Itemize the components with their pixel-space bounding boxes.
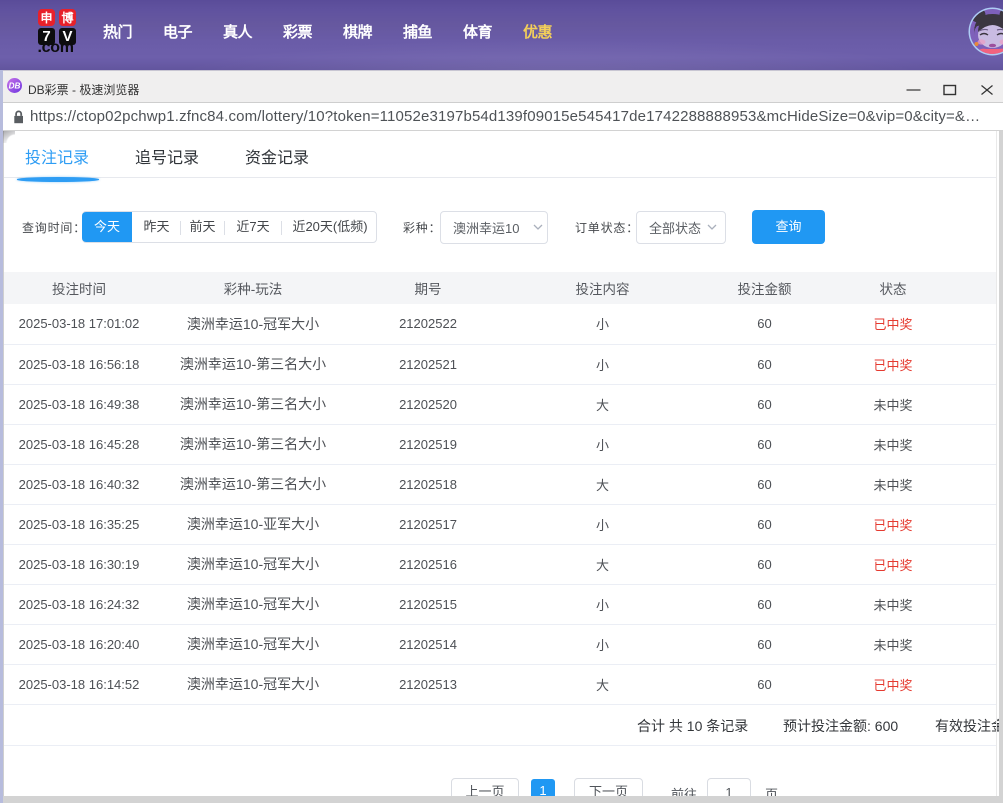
svg-text:DB: DB: [9, 82, 21, 91]
